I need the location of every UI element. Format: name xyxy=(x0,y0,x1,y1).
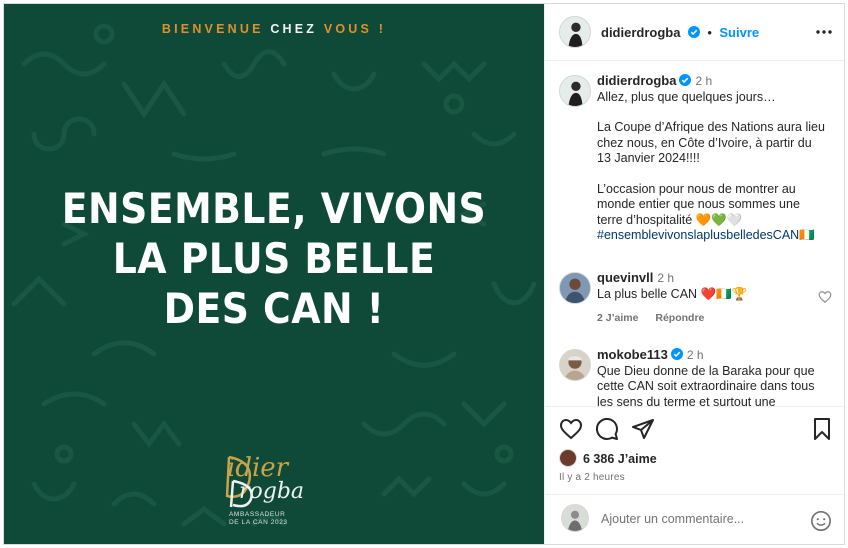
welcome-banner: BIENVENUE CHEZ VOUS ! xyxy=(4,22,544,36)
current-user-avatar xyxy=(561,504,589,532)
caption-paragraph-2: La Coupe d’Afrique des Nations aura lieu… xyxy=(597,120,825,165)
comment-time[interactable]: 2 h xyxy=(657,271,674,285)
post-image[interactable]: BIENVENUE CHEZ VOUS ! ENSEMBLE, VIVONS L… xyxy=(4,4,544,544)
post-sidebar: didierdrogba • Suivre didierdrogba 2 h A… xyxy=(544,4,844,544)
drogba-signature-logo: idier rogba AMBASSADEUR DE LA CAN 2023 xyxy=(219,449,339,529)
save-bookmark-icon[interactable] xyxy=(810,417,834,441)
caption-avatar[interactable] xyxy=(559,75,591,107)
author-avatar[interactable] xyxy=(559,16,591,48)
comment-username[interactable]: mokobe113 xyxy=(597,347,668,362)
verified-badge-icon xyxy=(687,26,700,38)
caption-paragraph-3: L’occasion pour nous de montrer au monde… xyxy=(597,181,800,227)
liker-avatar xyxy=(559,449,577,467)
welcome-word-2: CHEZ xyxy=(270,22,318,36)
likes-count-row[interactable]: 6 386 J’aime xyxy=(559,449,657,467)
header-separator: • xyxy=(707,25,712,40)
person-silhouette-icon xyxy=(560,76,590,106)
like-comment-heart-icon[interactable] xyxy=(818,290,832,304)
comment-text-block: quevinvll 2 h La plus belle CAN ❤️🇨🇮🏆 xyxy=(597,270,825,302)
caption-text-block: didierdrogba 2 h Allez, plus que quelques… xyxy=(597,73,825,244)
emoji-smiley-icon[interactable] xyxy=(810,510,832,532)
follow-button[interactable]: Suivre xyxy=(719,25,759,40)
headline-line-1: ENSEMBLE, VIVONS xyxy=(61,184,487,233)
comment-text: La plus belle CAN ❤️🇨🇮🏆 xyxy=(597,286,748,301)
caption: didierdrogba 2 h Allez, plus que quelques… xyxy=(559,73,834,253)
commenter-avatar[interactable] xyxy=(559,349,591,381)
reply-button[interactable]: Répondre xyxy=(655,312,704,324)
comment-item: mokobe113 2 h Que Dieu donne de la Baraka… xyxy=(559,347,834,406)
comments-section[interactable]: didierdrogba 2 h Allez, plus que quelques… xyxy=(545,61,844,406)
caption-line-1: Allez, plus que quelques jours… xyxy=(597,89,776,104)
comment-text-block: mokobe113 2 h Que Dieu donne de la Baraka… xyxy=(597,347,825,406)
person-photo-icon xyxy=(562,505,588,531)
header-author-row: didierdrogba • Suivre xyxy=(601,24,759,42)
caption-username[interactable]: didierdrogba xyxy=(597,73,676,88)
person-photo-icon xyxy=(560,273,590,303)
comment-likes[interactable]: 2 J’aime xyxy=(597,312,638,324)
headline-line-3: DES CAN ! xyxy=(163,284,385,333)
person-photo-icon xyxy=(560,350,590,380)
add-comment-bar: Ajouter un commentaire... xyxy=(545,494,844,544)
post-timestamp[interactable]: Il y a 2 heures xyxy=(559,472,625,483)
likes-count[interactable]: 6 386 J’aime xyxy=(583,452,657,466)
comment-bubble-icon[interactable] xyxy=(595,417,619,441)
person-silhouette-icon xyxy=(560,17,590,47)
commenter-avatar[interactable] xyxy=(559,272,591,304)
comment-time[interactable]: 2 h xyxy=(687,348,704,362)
welcome-word-3: VOUS ! xyxy=(323,22,387,36)
more-options-icon[interactable] xyxy=(814,24,834,40)
add-comment-input[interactable]: Ajouter un commentaire... xyxy=(601,512,744,526)
comment-meta: 2 J’aime Répondre xyxy=(597,312,718,324)
instagram-post-modal: BIENVENUE CHEZ VOUS ! ENSEMBLE, VIVONS L… xyxy=(3,3,845,545)
post-headline: ENSEMBLE, VIVONS LA PLUS BELLE DES CAN ! xyxy=(31,184,517,334)
comment-item: quevinvll 2 h La plus belle CAN ❤️🇨🇮🏆 2 J… xyxy=(559,270,834,330)
post-header: didierdrogba • Suivre xyxy=(545,4,844,61)
verified-badge-icon xyxy=(670,348,683,360)
comment-text: Que Dieu donne de la Baraka pour que cet… xyxy=(597,363,815,407)
comment-username[interactable]: quevinvll xyxy=(597,270,653,285)
signature-subtitle-1: AMBASSADEUR xyxy=(229,511,286,518)
welcome-word-1: BIENVENUE xyxy=(161,22,264,36)
caption-hashtag[interactable]: #ensemblevivonslaplusbelledesCAN🇨🇮 xyxy=(597,228,825,244)
share-paper-plane-icon[interactable] xyxy=(631,417,655,441)
header-username[interactable]: didierdrogba xyxy=(601,25,680,40)
signature-line-2: rogba xyxy=(239,479,305,504)
like-heart-icon[interactable] xyxy=(559,417,583,441)
verified-badge-icon xyxy=(679,74,692,86)
headline-line-2: LA PLUS BELLE xyxy=(112,234,436,283)
caption-time[interactable]: 2 h xyxy=(695,74,712,88)
signature-subtitle-2: DE LA CAN 2023 xyxy=(229,519,288,526)
